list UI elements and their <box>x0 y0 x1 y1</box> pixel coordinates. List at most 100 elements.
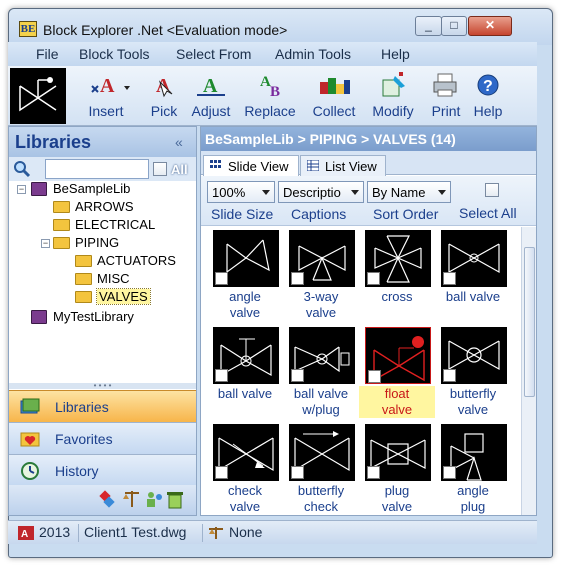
slide-plug[interactable]: plug valve <box>359 421 435 515</box>
slide-thumbnail[interactable] <box>365 230 431 287</box>
folder-icon <box>75 255 92 267</box>
minimize-button[interactable]: _ <box>415 16 442 36</box>
slide-thumbnail[interactable] <box>213 424 279 481</box>
menu-help[interactable]: Help <box>381 46 410 62</box>
slide-caption: butterfly check <box>297 483 345 514</box>
slide-checkbox[interactable] <box>367 466 380 479</box>
slide-caption: ball valve <box>445 289 501 304</box>
pinwheel-icon <box>99 490 115 508</box>
slide-thumbnail[interactable] <box>289 230 355 287</box>
insert-tool[interactable]: A Insert <box>78 70 134 122</box>
svg-text:B: B <box>270 84 280 98</box>
expand-piping-icon[interactable]: − <box>41 239 50 248</box>
slide-thumbnail[interactable] <box>365 424 431 481</box>
captions-select[interactable]: Descriptio <box>278 181 364 203</box>
toolbar: A Insert A Pick A Adjust AB Replace Coll… <box>8 66 537 126</box>
menu-admin-tools[interactable]: Admin Tools <box>275 46 351 62</box>
breadcrumb-text: BeSampleLib > PIPING > VALVES (14) <box>205 131 456 147</box>
folder-icon <box>53 237 70 249</box>
menu-file[interactable]: File <box>36 46 59 62</box>
tree-node-mytestlibrary[interactable]: MyTestLibrary <box>31 309 181 326</box>
expand-besamplelib-icon[interactable]: − <box>17 185 26 194</box>
title-bar[interactable]: BE Block Explorer .Net <Evaluation mode>… <box>9 9 552 45</box>
menu-select-from[interactable]: Select From <box>176 46 251 62</box>
menu-block-tools[interactable]: Block Tools <box>79 46 150 62</box>
list-icon <box>307 160 319 171</box>
slide-angle[interactable]: angle valve <box>207 227 283 323</box>
slide-checkbox[interactable] <box>443 369 456 382</box>
slide-checkbox[interactable] <box>367 272 380 285</box>
slide-checkbox[interactable] <box>291 369 304 382</box>
slide-thumbnail[interactable] <box>365 327 431 384</box>
tree-node-electrical[interactable]: ELECTRICAL <box>53 217 183 234</box>
slide-checkbox[interactable] <box>215 369 228 382</box>
clock-icon <box>19 461 41 481</box>
search-icon[interactable] <box>13 160 31 178</box>
slide-grid: angle valve 3-way valve cross ball valve ball … <box>201 227 521 515</box>
tree-node-besamplelib[interactable]: BeSampleLib <box>31 181 181 198</box>
slide-checkbox[interactable] <box>368 370 381 383</box>
slide-thumbnail[interactable] <box>441 424 507 481</box>
library-search-row: All <box>9 157 196 181</box>
tab-list-view[interactable]: List View <box>300 155 386 176</box>
nav-libraries[interactable]: Libraries <box>9 390 196 422</box>
tree-node-misc[interactable]: MISC <box>75 271 195 288</box>
select-all-checkbox[interactable] <box>485 183 499 197</box>
slide-cross[interactable]: cross <box>359 227 435 323</box>
collapse-panel-icon[interactable]: « <box>175 134 183 150</box>
select-all-label[interactable]: Select All <box>459 205 517 221</box>
slide-thumbnail[interactable] <box>441 230 507 287</box>
slide-threeway[interactable]: 3-way valve <box>283 227 359 323</box>
slide-checkbox[interactable] <box>291 272 304 285</box>
tab-slide-view[interactable]: Slide View <box>203 155 299 176</box>
content-panel: BeSampleLib > PIPING > VALVES (14) Slide… <box>200 126 537 516</box>
modify-tool[interactable]: Modify <box>365 70 421 122</box>
slide-checkbox[interactable] <box>215 272 228 285</box>
slide-ball[interactable]: ball valve <box>435 227 511 323</box>
slide-thumbnail[interactable] <box>441 327 507 384</box>
slide-check[interactable]: check valve <box>207 421 283 515</box>
panel-splitter[interactable]: • • • • <box>9 382 196 390</box>
tree-node-arrows[interactable]: ARROWS <box>53 199 183 216</box>
sort-order-select[interactable]: By Name <box>367 181 451 203</box>
svg-text:A: A <box>21 529 28 540</box>
slide-ballplug[interactable]: ball valve w/plug <box>283 324 359 420</box>
status-scale: None <box>229 524 263 540</box>
slide-checkbox[interactable] <box>443 272 456 285</box>
search-all-checkbox[interactable] <box>153 162 167 176</box>
slide-thumbnail[interactable] <box>213 327 279 384</box>
tree-node-piping[interactable]: PIPING <box>53 235 183 252</box>
status-version: 2013 <box>39 524 71 540</box>
replace-icon: AB <box>242 72 298 100</box>
slide-checkbox[interactable] <box>291 466 304 479</box>
slide-thumbnail[interactable] <box>289 327 355 384</box>
tree-node-valves[interactable]: VALVES <box>75 288 195 306</box>
nav-favorites[interactable]: Favorites <box>9 422 196 454</box>
collect-tool[interactable]: Collect <box>306 70 362 122</box>
slide-bfcheck[interactable]: butterfly check <box>283 421 359 515</box>
library-search-input[interactable] <box>45 159 149 179</box>
slide-butterfly[interactable]: butterfly valve <box>435 324 511 420</box>
help-tool[interactable]: ? Help <box>460 70 516 122</box>
replace-tool[interactable]: AB Replace <box>242 70 298 122</box>
slide-size-select[interactable]: 100% <box>207 181 275 203</box>
slide-thumbnail[interactable] <box>213 230 279 287</box>
close-button[interactable]: ✕ <box>468 16 512 36</box>
modify-icon <box>365 72 421 98</box>
slide-checkbox[interactable] <box>443 466 456 479</box>
nav-history[interactable]: History <box>9 454 196 486</box>
collect-label: Collect <box>312 103 356 119</box>
adjust-tool[interactable]: A Adjust <box>183 70 239 122</box>
vertical-scrollbar[interactable] <box>521 227 536 515</box>
tree-node-actuators[interactable]: ACTUATORS <box>75 253 195 270</box>
slide-thumbnail[interactable] <box>289 424 355 481</box>
maximize-button[interactable]: □ <box>441 16 467 36</box>
slide-checkbox[interactable] <box>215 466 228 479</box>
insert-label: Insert <box>88 103 124 119</box>
scrollbar-thumb[interactable] <box>524 247 535 397</box>
modify-label: Modify <box>372 103 414 119</box>
slide-float[interactable]: float valve <box>359 324 435 420</box>
books-icon <box>19 397 41 417</box>
slide-angleplug[interactable]: angle plug <box>435 421 511 515</box>
slide-ballstem[interactable]: ball valve <box>207 324 283 420</box>
